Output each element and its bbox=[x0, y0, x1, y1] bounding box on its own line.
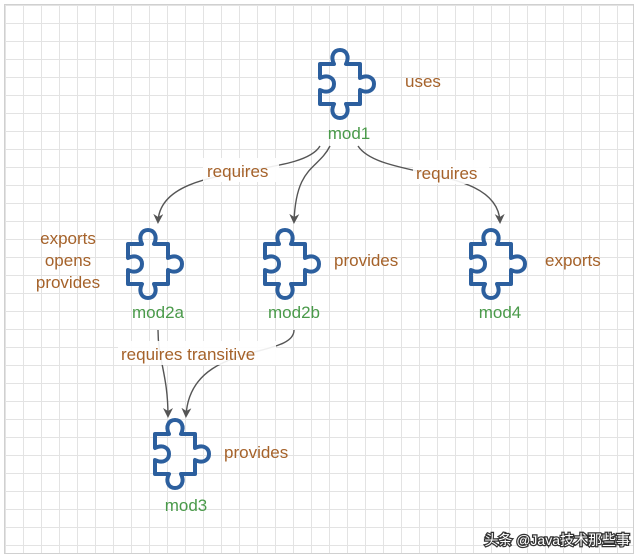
mod1-puzzle-piece-icon bbox=[318, 48, 376, 120]
module-diagram: requires requires requires transitive mo… bbox=[36, 48, 631, 549]
directive-mod2b-provides: provides bbox=[334, 251, 398, 270]
mod2b-puzzle-piece-icon bbox=[263, 228, 321, 300]
edge-mod1-mod2a bbox=[153, 145, 321, 224]
mod3-puzzle-piece-icon bbox=[153, 418, 211, 490]
directive-mod4-exports: exports bbox=[545, 251, 601, 270]
watermark: 头条 @Java技术那些事 bbox=[484, 532, 630, 548]
directive-mod2a-exports: exports bbox=[40, 229, 96, 248]
edge-mod1-mod2b bbox=[289, 145, 331, 224]
edge-label-mod1-mod4: requires bbox=[416, 164, 477, 183]
module-label-mod2b: mod2b bbox=[268, 303, 320, 322]
edge-label-mod1-mod2a: requires bbox=[207, 162, 268, 181]
mod2a-puzzle-piece-icon bbox=[126, 228, 184, 300]
directive-mod2a-provides: provides bbox=[36, 273, 100, 292]
module-label-mod1: mod1 bbox=[328, 124, 371, 143]
directive-mod2a-opens: opens bbox=[45, 251, 91, 270]
directive-mod3-provides: provides bbox=[224, 443, 288, 462]
directive-mod1-uses: uses bbox=[405, 72, 441, 91]
edge-label-mod2a-mod3: requires transitive bbox=[121, 345, 255, 364]
edges bbox=[153, 145, 505, 418]
edge-labels: requires requires requires transitive bbox=[118, 158, 489, 365]
mod4-puzzle-piece-icon bbox=[469, 228, 527, 300]
module-label-mod4: mod4 bbox=[479, 303, 522, 322]
module-label-mod2a: mod2a bbox=[132, 303, 185, 322]
module-label-mod3: mod3 bbox=[165, 496, 208, 515]
